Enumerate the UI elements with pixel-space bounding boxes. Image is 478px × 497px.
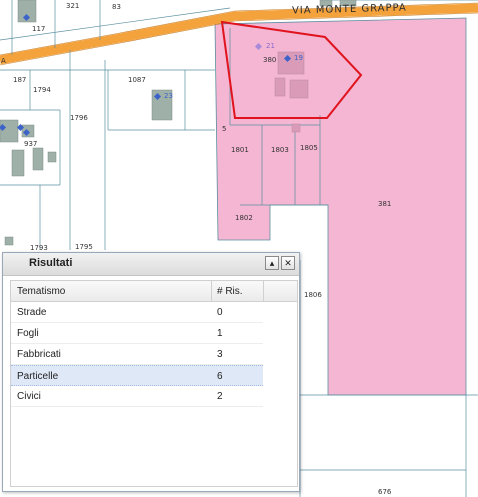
parcel-label: 1803	[271, 146, 289, 154]
parcel-label: 321	[66, 2, 80, 10]
civic-number-label: 21	[266, 42, 275, 50]
table-row[interactable]: Strade 0	[11, 302, 263, 323]
parcel-label: 1806	[304, 291, 322, 299]
civic-number-label: 23	[164, 92, 173, 100]
results-panel-title: Risultati	[29, 257, 73, 269]
parcel-label: 1793	[30, 244, 48, 252]
parcel-label: 1794	[33, 86, 51, 94]
parcel-label: 187	[13, 76, 27, 84]
parcel-label: 117	[32, 25, 46, 33]
column-header-tematismo[interactable]: Tematismo	[17, 286, 65, 297]
row-name: Civici	[17, 391, 41, 402]
results-panel-header[interactable]: Risultati ▴ ✕	[3, 253, 299, 276]
row-count: 6	[217, 371, 223, 382]
row-count: 3	[217, 349, 223, 360]
column-divider	[211, 281, 212, 301]
parcel-label: 5	[222, 125, 227, 133]
parcel-label: 1805	[300, 144, 318, 152]
close-button[interactable]: ✕	[281, 256, 295, 270]
road-edge-label: A	[1, 57, 6, 65]
results-grid: Tematismo # Ris. Strade 0 Fogli 1 Fabbri…	[10, 280, 298, 487]
collapse-button[interactable]: ▴	[265, 256, 279, 270]
row-name: Fogli	[17, 328, 39, 339]
close-icon: ✕	[284, 258, 292, 268]
parcel-label: 83	[112, 3, 121, 11]
parcel-label: 1802	[235, 214, 253, 222]
results-panel: Risultati ▴ ✕ Tematismo # Ris. Strade 0 …	[2, 252, 300, 492]
table-row[interactable]: Fabbricati 3	[11, 344, 263, 365]
parcel-label: 381	[378, 200, 392, 208]
column-header-count[interactable]: # Ris.	[217, 286, 243, 297]
grid-header: Tematismo # Ris.	[11, 281, 297, 302]
parcel-label: 1796	[70, 114, 88, 122]
column-divider	[263, 281, 264, 301]
parcel-label: 380	[263, 56, 277, 64]
row-count: 1	[217, 328, 223, 339]
parcel-label: 1801	[231, 146, 249, 154]
parcel-label: 676	[378, 488, 392, 496]
row-name: Fabbricati	[17, 349, 61, 360]
row-name: Strade	[17, 307, 47, 318]
table-row[interactable]: Fogli 1	[11, 323, 263, 344]
table-row-selected[interactable]: Particelle 6	[11, 365, 263, 386]
parcel-label: 937	[24, 140, 38, 148]
row-count: 0	[217, 307, 223, 318]
parcel-label: 1795	[75, 243, 93, 251]
row-name: Particelle	[17, 371, 59, 382]
row-count: 2	[217, 391, 223, 402]
parcel-label: 1087	[128, 76, 146, 84]
chevron-up-icon: ▴	[269, 258, 275, 268]
civic-number-label: 19	[294, 54, 303, 62]
table-row[interactable]: Civici 2	[11, 386, 263, 407]
